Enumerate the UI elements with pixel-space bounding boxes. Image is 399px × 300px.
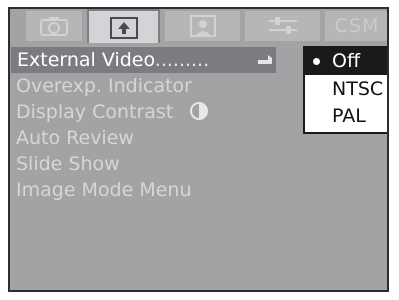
tab-portrait[interactable] xyxy=(165,11,240,41)
menu-item-label: External Video xyxy=(17,49,155,71)
menu-item-label: Display Contrast xyxy=(16,101,174,123)
external-video-options-popup: Off NTSC PAL xyxy=(303,46,387,134)
tab-csm[interactable]: CSM xyxy=(325,11,387,41)
tab-setup[interactable] xyxy=(245,11,320,41)
playback-icon xyxy=(108,15,140,41)
menu-item-label: Image Mode Menu xyxy=(16,179,192,201)
option-label: Off xyxy=(332,50,361,72)
menu-item-label: Slide Show xyxy=(16,153,120,175)
portrait-icon xyxy=(188,14,218,38)
menu-item-label: Overexp. Indicator xyxy=(16,75,192,97)
menu-item-overexp-indicator[interactable]: Overexp. Indicator xyxy=(16,73,192,99)
option-off[interactable]: Off xyxy=(305,48,387,75)
tab-playback[interactable] xyxy=(87,9,160,45)
submenu-arrow-icon xyxy=(258,55,272,64)
menu-item-external-video[interactable]: External Video......... xyxy=(11,47,276,73)
settings-sliders-icon xyxy=(266,15,300,37)
camera-menu-screen: CSM External Video......... Overexp. Ind… xyxy=(8,7,389,292)
menu-item-display-contrast[interactable]: Display Contrast xyxy=(16,99,209,125)
camera-icon xyxy=(39,15,69,37)
tab-csm-label: CSM xyxy=(334,15,380,37)
menu-item-dots: ......... xyxy=(154,49,210,71)
option-ntsc[interactable]: NTSC xyxy=(305,76,387,103)
option-label: PAL xyxy=(332,105,366,127)
tab-shooting[interactable] xyxy=(26,11,82,41)
contrast-icon xyxy=(190,102,209,120)
selected-bullet-icon xyxy=(313,58,320,65)
menu-item-label: Auto Review xyxy=(16,127,134,149)
menu-item-auto-review[interactable]: Auto Review xyxy=(16,125,134,151)
menu-item-slide-show[interactable]: Slide Show xyxy=(16,151,120,177)
option-label: NTSC xyxy=(332,78,384,100)
menu-item-image-mode-menu[interactable]: Image Mode Menu xyxy=(16,177,192,203)
menu-tab-bar: CSM xyxy=(10,9,387,45)
option-pal[interactable]: PAL xyxy=(305,103,387,130)
